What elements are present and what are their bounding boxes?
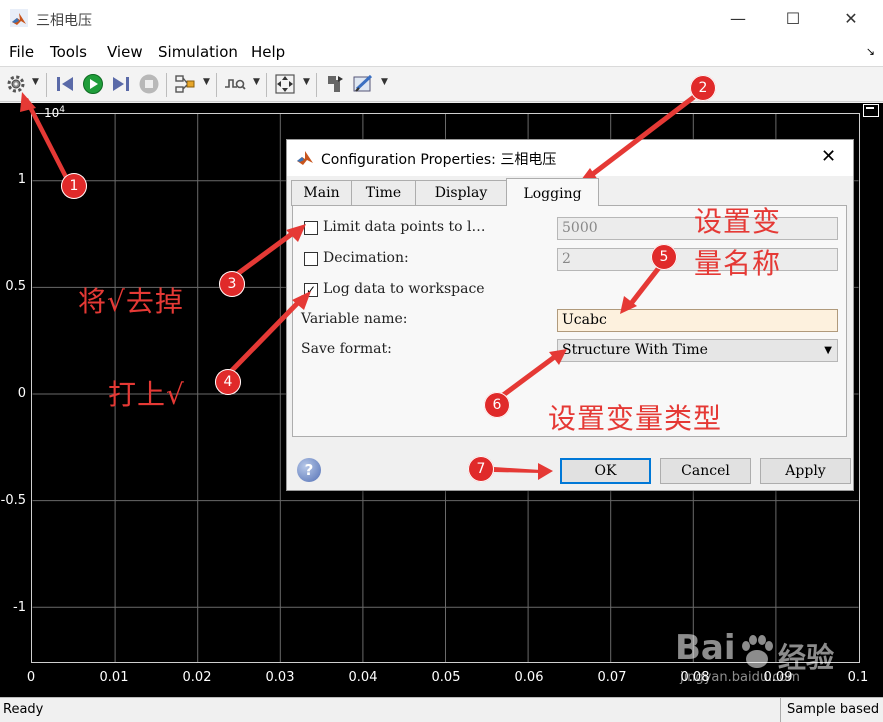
zoom-dropdown-icon[interactable]: ▼ — [303, 77, 310, 87]
help-icon[interactable]: ? — [297, 458, 321, 482]
annotation-set-var-line2: 量名称 — [694, 247, 782, 280]
y-tick-label: -0.5 — [0, 493, 26, 508]
apply-button[interactable]: Apply — [760, 458, 851, 484]
x-tick-label: 0.01 — [99, 670, 129, 685]
gear-icon[interactable] — [5, 73, 27, 95]
style-icon[interactable] — [352, 73, 374, 95]
tab-main[interactable]: Main — [291, 180, 352, 206]
save-format-select[interactable]: Structure With Time ▼ — [557, 339, 838, 362]
chevron-down-icon: ▼ — [824, 345, 832, 356]
matlab-logo-icon — [297, 151, 313, 165]
decimation-label: Decimation: — [323, 250, 409, 266]
tab-time[interactable]: Time — [351, 180, 416, 206]
dialog-titlebar: Configuration Properties: 三相电压 ✕ — [287, 140, 853, 176]
triggers-dropdown-icon[interactable]: ▼ — [253, 77, 260, 87]
menu-help[interactable]: Help — [251, 43, 285, 61]
x-tick-label: 0.02 — [182, 670, 212, 685]
log-data-label: Log data to workspace — [323, 281, 485, 297]
window-title: 三相电压 — [36, 13, 92, 29]
triggers-icon[interactable] — [224, 73, 246, 95]
tab-display[interactable]: Display — [415, 180, 507, 206]
x-tick-label: 0.06 — [514, 670, 544, 685]
highlight-block-icon[interactable] — [324, 73, 346, 95]
x-tick-label: 0.07 — [597, 670, 627, 685]
annotation-badge-3: 3 — [219, 271, 245, 297]
dialog-title: Configuration Properties: 三相电压 — [321, 152, 557, 168]
tab-logging[interactable]: Logging — [506, 178, 599, 206]
matlab-logo-icon — [10, 9, 28, 27]
annotation-uncheck: 将√去掉 — [78, 285, 184, 318]
toolbar-separator — [316, 73, 317, 97]
decimation-checkbox[interactable] — [304, 252, 318, 266]
annotation-badge-2: 2 — [690, 75, 716, 101]
x-tick-label: 0.04 — [348, 670, 378, 685]
dock-arrow-icon[interactable]: ↘ — [866, 45, 875, 58]
toolbar-separator — [216, 73, 217, 97]
variable-name-input[interactable]: Ucabc — [557, 309, 838, 332]
x-tick-label: 0.1 — [847, 670, 869, 685]
menu-tools[interactable]: Tools — [50, 43, 87, 61]
status-ready: Ready — [3, 702, 44, 717]
minimize-button[interactable]: — — [715, 4, 761, 34]
undock-icon[interactable] — [863, 104, 879, 117]
x-tick-label: 0.05 — [431, 670, 461, 685]
ok-button[interactable]: OK — [560, 458, 651, 484]
window-titlebar: 三相电压 — ☐ ✕ — [0, 0, 883, 38]
annotation-badge-6: 6 — [484, 392, 510, 418]
configuration-dialog: Configuration Properties: 三相电压 ✕ Main Ti… — [286, 139, 854, 491]
log-data-checkbox[interactable]: ✓ — [304, 283, 318, 297]
x-tick-label: 0 — [26, 670, 36, 685]
y-tick-label: -1 — [13, 600, 26, 615]
zoom-fit-icon[interactable] — [274, 73, 296, 95]
paw-logo-icon — [742, 635, 773, 668]
annotation-badge-1: 1 — [61, 173, 87, 199]
save-format-label: Save format: — [301, 341, 392, 357]
cancel-button[interactable]: Cancel — [660, 458, 751, 484]
style-dropdown-icon[interactable]: ▼ — [381, 77, 388, 87]
gear-dropdown-icon[interactable]: ▼ — [32, 77, 39, 87]
menu-file[interactable]: File — [9, 43, 34, 61]
signal-dropdown-icon[interactable]: ▼ — [203, 77, 210, 87]
dialog-close-icon[interactable]: ✕ — [821, 146, 836, 167]
annotation-badge-7: 7 — [468, 456, 494, 482]
status-bar: Ready Sample based — [0, 697, 883, 722]
run-icon[interactable] — [82, 73, 104, 95]
annotation-set-var-line1: 设置变 — [694, 205, 782, 238]
annotation-badge-4: 4 — [215, 369, 241, 395]
variable-name-label: Variable name: — [301, 311, 408, 327]
menu-bar: File Tools View Simulation Help ↘ — [0, 38, 883, 66]
stop-icon[interactable] — [138, 73, 160, 95]
limit-data-points-label: Limit data points to l… — [323, 219, 486, 235]
watermark-url: jingyan.baidu.com — [680, 670, 800, 685]
menu-simulation[interactable]: Simulation — [158, 43, 238, 61]
step-forward-icon[interactable] — [110, 73, 132, 95]
watermark-brand: Bai — [675, 628, 736, 668]
close-button[interactable]: ✕ — [828, 4, 874, 34]
y-tick-label: 1 — [17, 172, 26, 187]
step-back-icon[interactable] — [54, 73, 76, 95]
matlab-scope-window: 三相电压 — ☐ ✕ File Tools View Simulation He… — [0, 0, 883, 722]
annotation-set-type: 设置变量类型 — [548, 402, 723, 435]
y-axis-exponent: 104 — [44, 105, 66, 120]
menu-view[interactable]: View — [107, 43, 143, 61]
toolbar-separator — [46, 73, 47, 97]
annotation-badge-5: 5 — [651, 244, 677, 270]
annotation-check: 打上√ — [108, 378, 185, 411]
signal-select-icon[interactable] — [174, 73, 196, 95]
save-format-value: Structure With Time — [562, 342, 708, 358]
y-tick-label: 0.5 — [5, 279, 26, 294]
maximize-button[interactable]: ☐ — [770, 4, 816, 34]
status-sample-mode: Sample based — [780, 698, 883, 722]
y-tick-label: 0 — [17, 386, 26, 401]
toolbar-separator — [166, 73, 167, 97]
toolbar: ▼ ▼ ▼ ▼ ▼ — [0, 66, 883, 102]
x-tick-label: 0.03 — [265, 670, 295, 685]
toolbar-separator — [266, 73, 267, 97]
limit-data-points-checkbox[interactable] — [304, 221, 318, 235]
